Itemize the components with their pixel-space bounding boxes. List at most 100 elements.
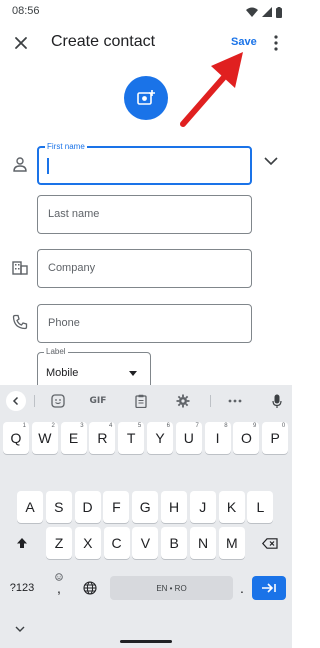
phone-placeholder: Phone: [48, 317, 80, 329]
backspace-key[interactable]: [252, 527, 288, 559]
key-y[interactable]: Y6: [147, 422, 173, 454]
more-vert-icon[interactable]: [271, 34, 281, 52]
key-hint: 7: [195, 423, 199, 429]
key-v[interactable]: V: [132, 527, 159, 559]
key-letter: D: [82, 499, 93, 515]
key-letter: I: [215, 430, 220, 446]
key-i[interactable]: I8: [204, 422, 231, 454]
company-placeholder: Company: [48, 262, 96, 274]
key-w[interactable]: W2: [31, 422, 58, 454]
toolbar-divider: [34, 395, 35, 407]
phone-icon: [12, 314, 28, 330]
key-f[interactable]: F: [103, 491, 130, 523]
key-letter: R: [97, 430, 108, 446]
key-letter: F: [112, 499, 121, 515]
key-h[interactable]: H: [161, 491, 187, 523]
key-l[interactable]: L: [247, 491, 274, 523]
key-letter: B: [169, 535, 179, 551]
key-s[interactable]: S: [45, 491, 72, 523]
add-photo-button[interactable]: [124, 76, 168, 120]
first-name-label: First name: [45, 141, 87, 152]
chevron-down-icon[interactable]: [263, 154, 279, 168]
key-letter: Z: [54, 535, 64, 551]
clipboard-icon: [135, 394, 147, 408]
key-c[interactable]: C: [103, 527, 130, 559]
key-u[interactable]: U7: [175, 422, 202, 454]
key-letter: P: [270, 430, 280, 446]
key-j[interactable]: J: [189, 491, 216, 523]
status-icons: [246, 6, 282, 18]
key-d[interactable]: D: [74, 491, 101, 523]
key-o[interactable]: O9: [233, 422, 260, 454]
key-hint: 3: [80, 423, 84, 429]
status-bar: 08:56: [0, 0, 292, 24]
key-letter: C: [111, 535, 122, 551]
keyboard-toolbar: GIF: [0, 385, 292, 417]
key-letter: J: [199, 499, 207, 515]
shift-key[interactable]: [3, 527, 41, 559]
chevron-down-icon[interactable]: [14, 624, 26, 634]
add-photo-icon: [137, 90, 155, 105]
keyboard-collapse-button[interactable]: [6, 391, 26, 411]
comma-key[interactable]: ,: [46, 573, 72, 603]
key-x[interactable]: X: [74, 527, 101, 559]
first-name-field[interactable]: First name: [37, 141, 252, 185]
last-name-field[interactable]: Last name: [37, 195, 252, 234]
key-n[interactable]: N: [190, 527, 216, 559]
key-letter: N: [197, 535, 209, 551]
key-letter: O: [240, 430, 252, 446]
last-name-placeholder: Last name: [48, 208, 100, 220]
gesture-handle[interactable]: [120, 640, 172, 643]
key-letter: S: [54, 499, 64, 515]
gif-button[interactable]: GIF: [86, 393, 110, 409]
key-q[interactable]: Q1: [3, 422, 29, 454]
page-title: Create contact: [51, 33, 156, 50]
person-icon: [13, 157, 27, 172]
voice-input-button[interactable]: [271, 393, 283, 409]
key-e[interactable]: E3: [60, 422, 87, 454]
language-key[interactable]: [78, 573, 102, 603]
sticker-button[interactable]: [50, 393, 66, 409]
key-hint: 6: [166, 423, 170, 429]
more-horiz-icon: [228, 399, 242, 403]
key-hint: 4: [109, 423, 113, 429]
key-hint: 2: [51, 423, 55, 429]
key-t[interactable]: T5: [118, 422, 145, 454]
phone-label-caption: Label: [44, 346, 68, 357]
key-b[interactable]: B: [161, 527, 188, 559]
key-a[interactable]: A: [17, 491, 43, 523]
space-key[interactable]: EN • RO: [110, 576, 233, 600]
key-hint: 1: [22, 423, 26, 429]
toolbar-divider: [210, 395, 211, 407]
status-time: 08:56: [12, 5, 40, 17]
period-key[interactable]: .: [235, 573, 249, 603]
next-key[interactable]: [252, 576, 286, 600]
globe-icon: [83, 581, 97, 595]
close-icon[interactable]: [10, 32, 32, 54]
key-letter: Q: [10, 430, 22, 446]
backspace-icon: [262, 537, 278, 549]
battery-icon: [276, 6, 282, 18]
key-p[interactable]: P0: [262, 422, 289, 454]
emoji-icon: [55, 573, 63, 581]
key-hint: 5: [137, 423, 142, 429]
key-hint: 0: [281, 423, 286, 429]
symbols-key[interactable]: ?123: [4, 573, 40, 603]
key-letter: H: [168, 499, 180, 515]
key-hint: 8: [224, 423, 228, 429]
key-r[interactable]: R4: [89, 422, 116, 454]
key-k[interactable]: K: [218, 491, 245, 523]
chevron-left-icon: [12, 396, 19, 406]
keyboard-settings-button[interactable]: [175, 393, 191, 409]
key-g[interactable]: G: [132, 491, 159, 523]
clipboard-button[interactable]: [133, 393, 149, 409]
sticker-icon: [51, 394, 65, 408]
more-options-button[interactable]: [227, 393, 243, 409]
key-m[interactable]: M: [218, 527, 245, 559]
key-letter: A: [25, 499, 35, 515]
phone-label-value: Mobile: [46, 367, 79, 379]
key-z[interactable]: Z: [46, 527, 72, 559]
dropdown-arrow-icon: [129, 371, 137, 376]
phone-field[interactable]: Phone: [37, 304, 252, 343]
company-field[interactable]: Company: [37, 249, 252, 288]
